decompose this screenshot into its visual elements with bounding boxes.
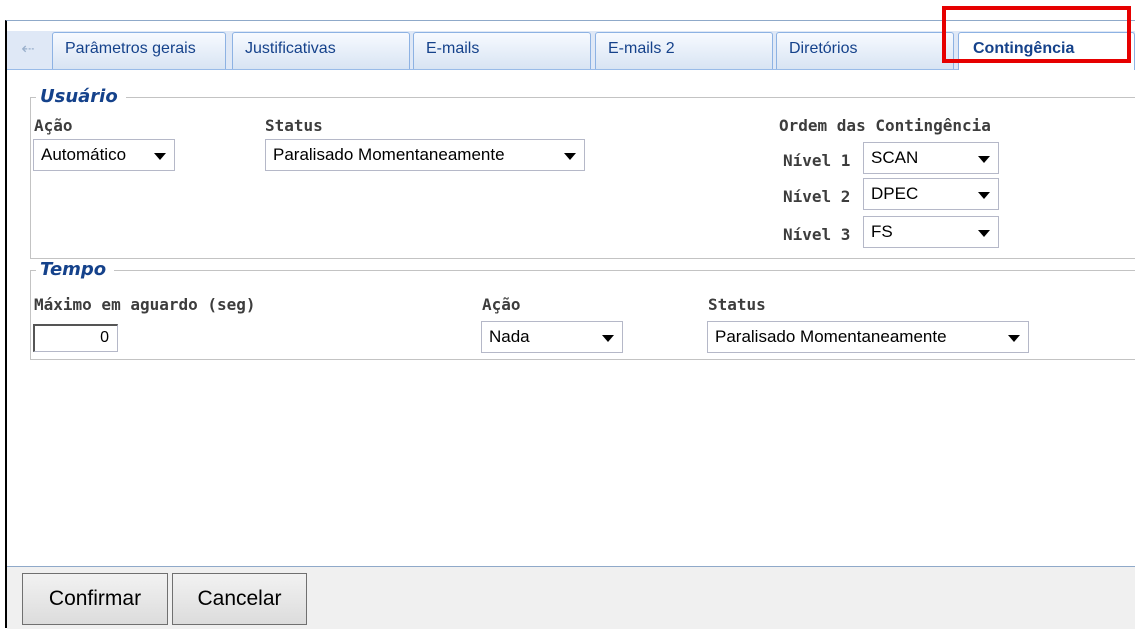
chevron-down-icon <box>1008 335 1020 342</box>
ordem-contingencia-label: Ordem das Contingência <box>779 116 991 135</box>
nivel-3-label: Nível 3 <box>783 225 851 244</box>
nivel-1-value: SCAN <box>871 148 919 167</box>
tempo-acao-select[interactable]: Nada <box>481 321 623 353</box>
nivel-2-value: DPEC <box>871 184 919 203</box>
nivel-1-label: Nível 1 <box>783 151 851 170</box>
chevron-down-icon <box>564 153 576 160</box>
tab-contingencia[interactable]: Contingência <box>958 32 1135 70</box>
tab-diretorios[interactable]: Diretórios <box>776 32 954 69</box>
nivel-3-select[interactable]: FS <box>863 216 999 248</box>
tab-emails[interactable]: E-mails <box>413 32 591 69</box>
nivel-2-select[interactable]: DPEC <box>863 178 999 210</box>
nivel-2-label: Nível 2 <box>783 187 851 206</box>
tempo-status-label: Status <box>708 295 766 314</box>
tempo-acao-label: Ação <box>482 295 521 314</box>
confirm-button[interactable]: Confirmar <box>22 573 168 625</box>
tempo-status-select[interactable]: Paralisado Momentaneamente <box>707 321 1029 353</box>
usuario-status-value: Paralisado Momentaneamente <box>273 145 505 164</box>
tempo-acao-value: Nada <box>489 327 530 346</box>
tempo-status-value: Paralisado Momentaneamente <box>715 327 947 346</box>
tab-emails-2[interactable]: E-mails 2 <box>595 32 773 69</box>
chevron-down-icon <box>978 156 990 163</box>
usuario-legend: Usuário <box>36 86 126 107</box>
tab-scroll-left-icon[interactable]: ⇠ <box>10 34 46 68</box>
tempo-maximo-label: Máximo em aguardo (seg) <box>34 295 256 314</box>
tempo-maximo-input[interactable]: 0 <box>33 324 118 352</box>
cancel-button[interactable]: Cancelar <box>172 573 307 625</box>
tab-parametros-gerais[interactable]: Parâmetros gerais <box>52 32 226 69</box>
tempo-legend: Tempo <box>36 259 115 280</box>
chevron-down-icon <box>154 153 166 160</box>
usuario-acao-select[interactable]: Automático <box>33 139 175 171</box>
chevron-down-icon <box>602 335 614 342</box>
nivel-3-value: FS <box>871 222 893 241</box>
chevron-down-icon <box>978 230 990 237</box>
chevron-down-icon <box>978 192 990 199</box>
usuario-acao-value: Automático <box>41 145 127 164</box>
usuario-status-select[interactable]: Paralisado Momentaneamente <box>265 139 585 171</box>
usuario-acao-label: Ação <box>34 116 73 135</box>
tab-justificativas[interactable]: Justificativas <box>232 32 410 69</box>
usuario-status-label: Status <box>265 116 323 135</box>
nivel-1-select[interactable]: SCAN <box>863 142 999 174</box>
